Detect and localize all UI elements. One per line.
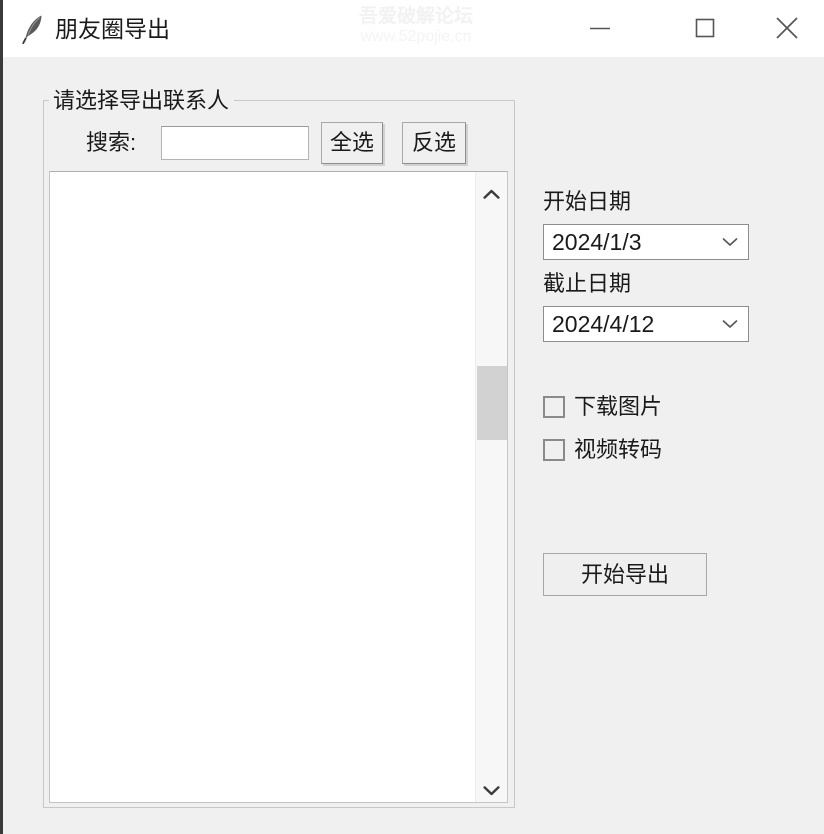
- scroll-down-button[interactable]: [476, 768, 507, 802]
- chevron-down-icon: [476, 785, 507, 796]
- checkbox-box[interactable]: [543, 396, 565, 418]
- app-window: 朋友圈导出 吾爱破解论坛 www.52pojie.cn 请选择导出联系人 搜索:…: [0, 0, 824, 834]
- close-button[interactable]: [755, 0, 819, 56]
- checkbox-box[interactable]: [543, 439, 565, 461]
- maximize-icon: [673, 0, 737, 56]
- title-bar[interactable]: 朋友圈导出 吾爱破解论坛 www.52pojie.cn: [3, 0, 824, 57]
- search-label: 搜索:: [86, 130, 137, 155]
- scrollbar-thumb[interactable]: [477, 366, 507, 440]
- invert-selection-button[interactable]: 反选: [402, 122, 466, 164]
- start-date-combobox[interactable]: 2024/1/3: [543, 224, 749, 260]
- window-title: 朋友圈导出: [55, 16, 170, 42]
- minimize-button[interactable]: [568, 0, 632, 56]
- minimize-icon: [568, 0, 632, 56]
- download-images-label: 下载图片: [574, 394, 663, 419]
- contacts-list-box[interactable]: [49, 171, 508, 803]
- start-date-label: 开始日期: [543, 189, 632, 214]
- start-date-value: 2024/1/3: [552, 229, 642, 255]
- contacts-group-title: 请选择导出联系人: [49, 88, 235, 114]
- close-icon: [755, 0, 819, 56]
- end-date-value: 2024/4/12: [552, 311, 655, 337]
- chevron-down-icon: [722, 307, 738, 341]
- chevron-down-icon: [722, 225, 738, 259]
- video-transcode-checkbox[interactable]: 视频转码: [543, 435, 662, 465]
- end-date-combobox[interactable]: 2024/4/12: [543, 306, 749, 342]
- contacts-list-scrollbar[interactable]: [475, 172, 507, 802]
- watermark-line-1: 吾爱破解论坛: [358, 6, 473, 27]
- watermark-line-2: www.52pojie.cn: [360, 28, 472, 45]
- contacts-list-content[interactable]: [50, 172, 476, 802]
- scroll-up-button[interactable]: [476, 172, 507, 206]
- watermark: 吾爱破解论坛 www.52pojie.cn: [346, 6, 486, 46]
- select-all-button[interactable]: 全选: [321, 122, 383, 164]
- download-images-checkbox[interactable]: 下载图片: [543, 392, 662, 422]
- end-date-label: 截止日期: [543, 271, 632, 296]
- feather-quill-icon: [21, 13, 47, 45]
- search-input[interactable]: [161, 126, 309, 160]
- chevron-up-icon: [476, 189, 507, 200]
- start-export-button[interactable]: 开始导出: [543, 553, 707, 596]
- maximize-button[interactable]: [673, 0, 737, 56]
- video-transcode-label: 视频转码: [574, 437, 663, 462]
